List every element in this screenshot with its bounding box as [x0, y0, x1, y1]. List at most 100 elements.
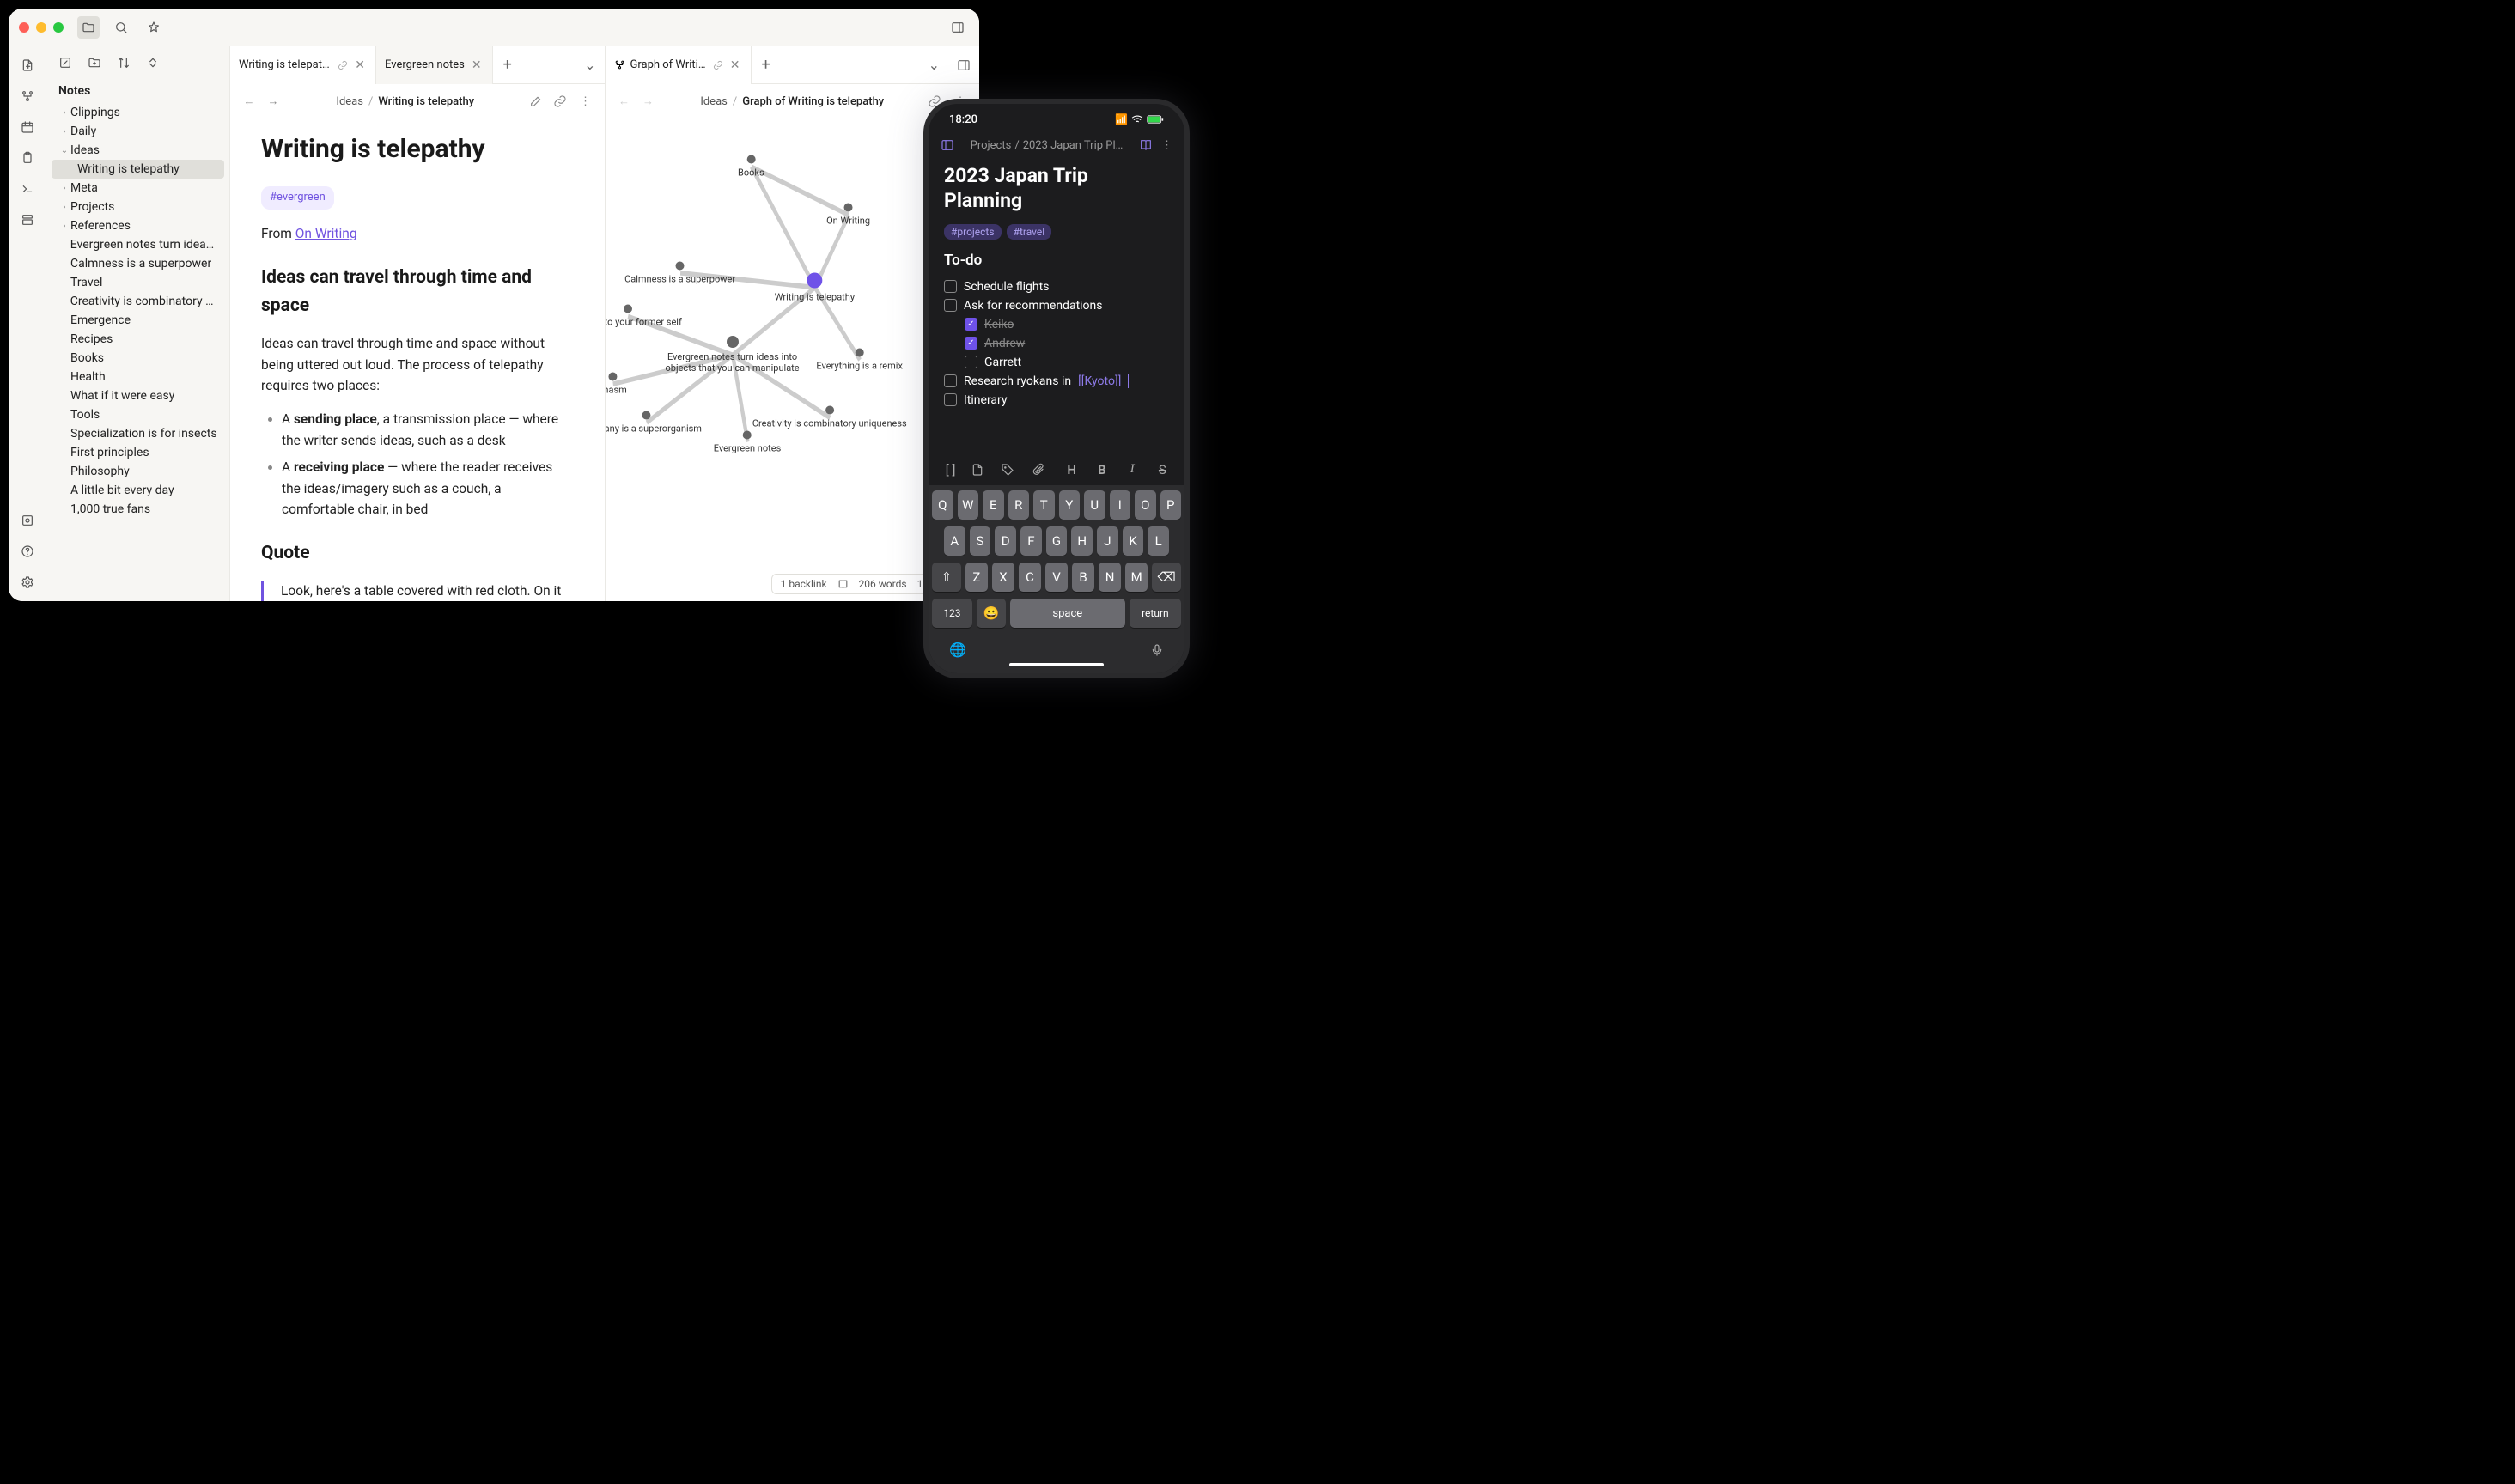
- files-view-button[interactable]: [77, 16, 100, 39]
- graph-node[interactable]: Books: [738, 155, 764, 179]
- file-tree-item[interactable]: Writing is telepathy: [52, 160, 224, 179]
- command-palette-button[interactable]: [15, 177, 40, 201]
- file-tree-item[interactable]: A little bit every day: [52, 481, 224, 500]
- internal-link[interactable]: On Writing: [295, 226, 357, 241]
- keyboard-key[interactable]: E: [983, 490, 1004, 520]
- keyboard-key[interactable]: N: [1099, 563, 1121, 592]
- new-note-button[interactable]: [55, 52, 76, 73]
- keyboard-key[interactable]: R: [1008, 490, 1030, 520]
- italic-button[interactable]: I: [1122, 462, 1142, 477]
- emoji-key[interactable]: 😀: [977, 599, 1006, 628]
- tag-pill[interactable]: #projects: [944, 224, 1002, 240]
- keyboard-key[interactable]: G: [1046, 526, 1068, 556]
- keyboard-key[interactable]: S: [970, 526, 991, 556]
- keyboard-key[interactable]: H: [1071, 526, 1093, 556]
- file-tree-item[interactable]: Recipes: [52, 330, 224, 349]
- keyboard-key[interactable]: Q: [932, 490, 953, 520]
- graph-node[interactable]: Everything is a remix: [816, 349, 903, 372]
- graph-view-button[interactable]: [15, 84, 40, 108]
- clipboard-button[interactable]: [15, 146, 40, 170]
- close-window-button[interactable]: [19, 22, 29, 33]
- graph-node[interactable]: Evergreen notes turn ideas into objects …: [664, 336, 801, 374]
- keyboard-key[interactable]: P: [1160, 490, 1182, 520]
- breadcrumb[interactable]: Projects/2023 Japan Trip Pl…: [963, 139, 1130, 152]
- minimize-window-button[interactable]: [36, 22, 46, 33]
- attach-button[interactable]: [1031, 463, 1051, 477]
- checkbox[interactable]: [944, 280, 957, 293]
- tab-close-button[interactable]: ✕: [470, 57, 484, 74]
- file-tree-item[interactable]: Specialization is for insects: [52, 424, 224, 443]
- todo-item[interactable]: Garrett: [944, 353, 1169, 372]
- tab[interactable]: Writing is telepathy✕: [230, 46, 376, 84]
- mic-key[interactable]: [1150, 643, 1164, 657]
- fullscreen-window-button[interactable]: [53, 22, 64, 33]
- new-tab-button[interactable]: +: [752, 56, 781, 74]
- keyboard-key[interactable]: B: [1072, 563, 1094, 592]
- link-button[interactable]: [553, 94, 570, 108]
- number-key[interactable]: 123: [932, 599, 972, 628]
- file-tree-item[interactable]: ›Meta: [52, 179, 224, 198]
- search-button[interactable]: [110, 16, 132, 39]
- bold-button[interactable]: B: [1092, 462, 1112, 477]
- file-tree-item[interactable]: Emergence: [52, 311, 224, 330]
- keyboard-key[interactable]: I: [1110, 490, 1131, 520]
- keyboard-key[interactable]: F: [1020, 526, 1042, 556]
- checkbox[interactable]: ✓: [965, 337, 977, 350]
- tab[interactable]: Evergreen notes✕: [376, 46, 493, 84]
- file-tree-item[interactable]: Tools: [52, 405, 224, 424]
- strikethrough-button[interactable]: S: [1152, 462, 1172, 477]
- file-tree-item[interactable]: What if it were easy: [52, 386, 224, 405]
- reading-mode-button[interactable]: [1139, 138, 1153, 152]
- file-tree-item[interactable]: Books: [52, 349, 224, 368]
- breadcrumb-segment[interactable]: Ideas: [336, 95, 363, 108]
- toggle-right-panel-button[interactable]: [948, 58, 979, 72]
- mobile-note-body[interactable]: 2023 Japan Trip Planning #projects#trave…: [929, 155, 1184, 453]
- graph-node[interactable]: Creativity is combinatory uniqueness: [752, 406, 907, 429]
- keyboard-key[interactable]: T: [1033, 490, 1055, 520]
- tag-pill[interactable]: #travel: [1007, 224, 1052, 240]
- keyboard-key[interactable]: V: [1045, 563, 1068, 592]
- pane-menu-button[interactable]: ⋮: [577, 95, 594, 108]
- shift-key[interactable]: ⇧: [932, 563, 961, 592]
- file-tree-item[interactable]: Evergreen notes turn ideas…: [52, 235, 224, 254]
- note-body[interactable]: Writing is telepathy #evergreen From On …: [230, 119, 605, 601]
- file-tree-item[interactable]: Health: [52, 368, 224, 386]
- calendar-button[interactable]: [15, 115, 40, 139]
- todo-item[interactable]: Itinerary: [944, 391, 1169, 410]
- backspace-key[interactable]: ⌫: [1152, 563, 1181, 592]
- edit-mode-button[interactable]: [529, 94, 546, 108]
- tab[interactable]: Graph of Writing is t✕: [606, 46, 752, 84]
- toggle-right-panel-button[interactable]: [947, 16, 969, 39]
- return-key[interactable]: return: [1130, 599, 1181, 628]
- wiki-link[interactable]: [[Kyoto]]: [1078, 374, 1121, 388]
- todo-item[interactable]: ✓Keiko: [944, 315, 1169, 334]
- keyboard-key[interactable]: M: [1125, 563, 1148, 592]
- bookmarks-button[interactable]: [143, 16, 165, 39]
- todo-item[interactable]: Schedule flights: [944, 277, 1169, 296]
- keyboard-key[interactable]: K: [1123, 526, 1144, 556]
- file-tree-item[interactable]: Calmness is a superpower: [52, 254, 224, 273]
- breadcrumb[interactable]: Ideas / Writing is telepathy: [289, 95, 522, 108]
- heading-button[interactable]: H: [1062, 462, 1082, 477]
- checkbox[interactable]: [944, 299, 957, 312]
- checkbox[interactable]: [944, 393, 957, 406]
- todo-item[interactable]: ✓Andrew: [944, 334, 1169, 353]
- home-indicator[interactable]: [1009, 663, 1104, 666]
- new-folder-button[interactable]: [84, 52, 105, 73]
- space-key[interactable]: space: [1010, 599, 1125, 628]
- new-tab-button[interactable]: +: [493, 56, 522, 74]
- file-tree-item[interactable]: First principles: [52, 443, 224, 462]
- tag-button[interactable]: [1001, 463, 1021, 477]
- file-tree-item[interactable]: Creativity is combinatory u…: [52, 292, 224, 311]
- globe-key[interactable]: 🌐: [949, 642, 966, 658]
- todo-item[interactable]: Research ryokans in [[Kyoto]]: [944, 372, 1169, 391]
- collapse-all-button[interactable]: [143, 52, 163, 73]
- keyboard-key[interactable]: J: [1097, 526, 1118, 556]
- help-button[interactable]: [15, 539, 40, 563]
- file-tree-item[interactable]: ›References: [52, 216, 224, 235]
- keyboard-key[interactable]: A: [944, 526, 965, 556]
- breadcrumb[interactable]: Ideas / Graph of Writing is telepathy: [664, 95, 922, 108]
- tab-list-dropdown[interactable]: ⌄: [920, 57, 948, 73]
- keyboard-key[interactable]: O: [1135, 490, 1156, 520]
- settings-button[interactable]: [15, 570, 40, 594]
